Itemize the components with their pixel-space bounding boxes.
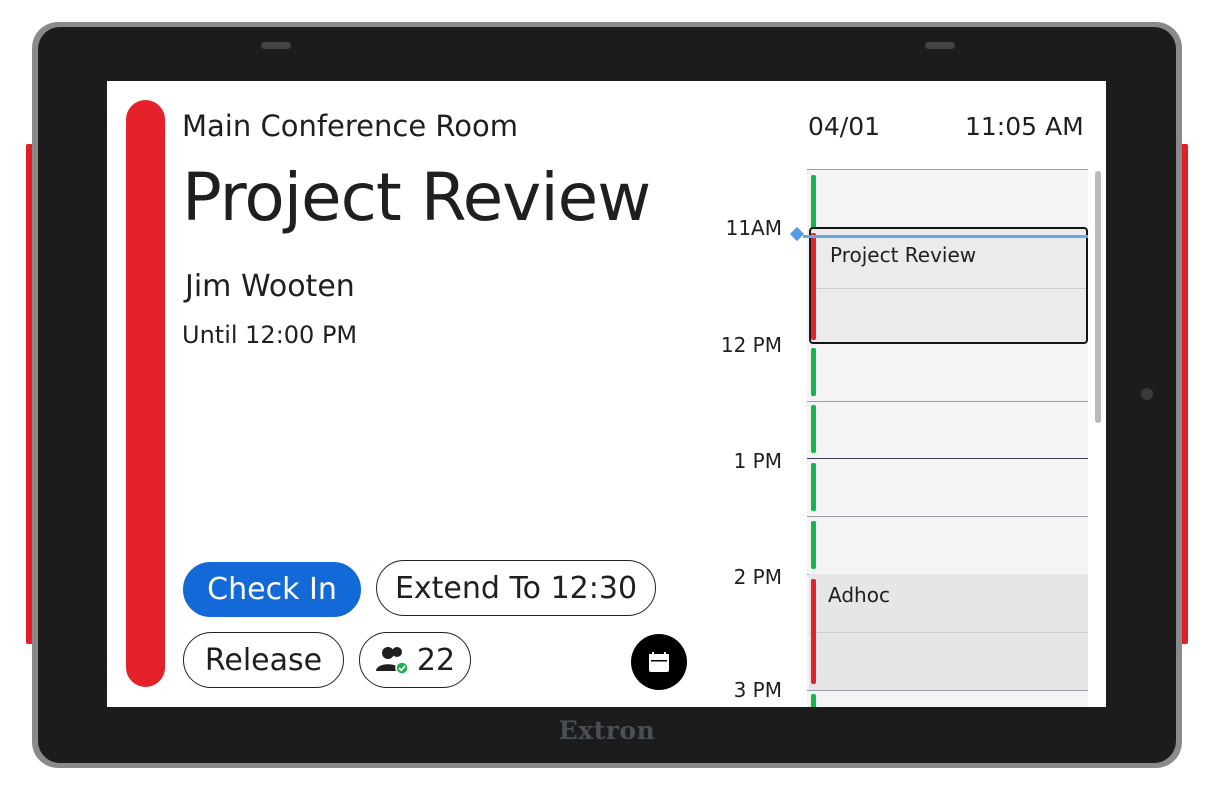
meeting-organizer: Jim Wooten xyxy=(185,269,355,304)
current-date: 04/01 xyxy=(808,112,881,141)
event-slot-divider xyxy=(811,288,1086,289)
slot-divider xyxy=(807,516,1088,517)
current-time-indicator xyxy=(803,235,1088,238)
event-slot-divider xyxy=(809,632,1088,633)
touch-screen: Main Conference Room Project Review Jim … xyxy=(107,81,1106,707)
attendees-button[interactable]: 22 xyxy=(359,632,471,688)
attendees-checked-icon xyxy=(375,647,409,675)
camera-icon xyxy=(1141,388,1153,400)
sensor-slot-left xyxy=(261,42,291,49)
calendar-button[interactable] xyxy=(631,634,687,690)
meeting-end-time: Until 12:00 PM xyxy=(182,321,358,349)
sensor-slot-right xyxy=(925,42,955,49)
room-name: Main Conference Room xyxy=(182,109,518,143)
event-title: Adhoc xyxy=(828,583,890,607)
available-slot-indicator xyxy=(811,521,816,569)
available-slot-indicator xyxy=(811,175,816,229)
extend-label: Extend To 12:30 xyxy=(394,570,638,606)
hour-divider xyxy=(807,458,1088,459)
time-label-1pm: 1 PM xyxy=(733,449,782,473)
time-label-3pm: 3 PM xyxy=(733,678,782,702)
available-slot-indicator xyxy=(811,694,816,707)
available-slot-indicator xyxy=(811,348,816,396)
room-status-bar xyxy=(126,100,165,687)
schedule-scrollbar[interactable] xyxy=(1095,171,1101,423)
event-title: Project Review xyxy=(830,243,977,267)
available-slot-indicator xyxy=(811,463,816,511)
available-slot-indicator xyxy=(811,405,816,453)
release-label: Release xyxy=(204,642,323,678)
time-label-12pm: 12 PM xyxy=(720,333,782,357)
slot-divider xyxy=(807,690,1088,691)
schedule-event-project-review[interactable]: Project Review xyxy=(809,227,1088,344)
brand-logo: Extron xyxy=(558,716,656,745)
check-in-label: Check In xyxy=(207,572,337,607)
booked-slot-indicator xyxy=(811,233,816,340)
current-time: 11:05 AM xyxy=(965,112,1084,141)
schedule-event-adhoc[interactable]: Adhoc xyxy=(809,574,1088,690)
calendar-icon xyxy=(649,652,669,672)
current-time-marker-icon xyxy=(789,226,805,242)
check-in-button[interactable]: Check In xyxy=(183,562,361,617)
time-label-2pm: 2 PM xyxy=(733,565,782,589)
meeting-title: Project Review xyxy=(182,159,651,236)
status-led-right xyxy=(1181,144,1188,644)
attendee-count: 22 xyxy=(416,642,456,678)
slot-divider xyxy=(807,169,1088,170)
booked-slot-indicator xyxy=(811,579,816,684)
time-label-11am: 11AM xyxy=(725,216,782,240)
slot-divider xyxy=(807,401,1088,402)
extend-button[interactable]: Extend To 12:30 xyxy=(376,560,656,616)
release-button[interactable]: Release xyxy=(183,632,344,688)
